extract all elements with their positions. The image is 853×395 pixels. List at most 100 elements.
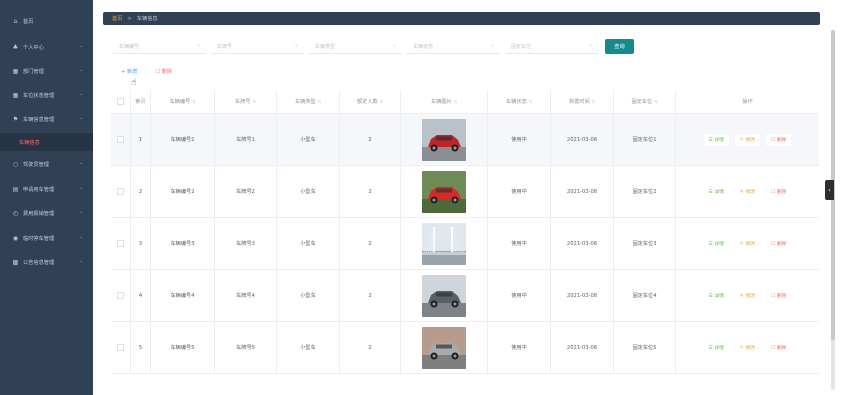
edit-button[interactable]: ✎ 修改 <box>734 185 761 198</box>
detail-button[interactable]: ☰ 详情 <box>703 133 729 146</box>
column-header-label: 车辆状态 <box>505 99 527 105</box>
sidebar-item-7[interactable]: ▤ 申请用车管理 ⌄ <box>0 180 93 198</box>
sidebar-item-8[interactable]: ◴ 费用报销管理 ⌄ <box>0 204 93 222</box>
collapse-tab-icon[interactable]: ‹ <box>825 180 834 200</box>
search-input-3[interactable]: 车辆状态 ⌕ <box>407 40 500 54</box>
apps-icon: ▩ <box>12 258 19 266</box>
breadcrumb-home[interactable]: 首页 <box>112 15 122 22</box>
table-cell: 2 <box>340 270 401 321</box>
column-header-7[interactable]: 购置时间 ⇅ <box>551 90 614 113</box>
table-row[interactable]: 2 车辆编号2 车牌号2 小型车 2 使用中 2021-03-08 固定车位2 ☰ 详情 ✎ 修改… <box>111 166 819 218</box>
cell-date: 2021-03-08 <box>566 292 598 299</box>
row-delete-button[interactable]: ☐ 删除 <box>766 289 792 302</box>
column-header-1[interactable]: 车辆编号 ⇅ <box>151 90 215 113</box>
clock-icon: ◴ <box>12 209 19 217</box>
car-image <box>422 118 466 161</box>
row-checkbox[interactable] <box>117 344 124 351</box>
search-icon: ⌕ <box>589 43 592 49</box>
row-delete-button[interactable]: ☐ 删除 <box>766 133 792 146</box>
cell-seats: 2 <box>368 292 372 299</box>
search-input-0[interactable]: 车辆编号 ⌕ <box>113 40 206 54</box>
search-input-4[interactable]: 固定车位 ⌕ <box>505 40 598 54</box>
row-action-group: ☰ 详情 ✎ 修改 ☐ 删除 <box>703 133 792 146</box>
cell-status: 使用中 <box>511 241 527 247</box>
add-button[interactable]: + 新增 <box>121 68 137 75</box>
row-checkbox[interactable] <box>117 136 124 143</box>
column-header-label: 车辆类型 <box>294 99 316 105</box>
sort-icon[interactable]: ⇅ <box>253 99 256 104</box>
row-checkbox[interactable] <box>117 240 124 247</box>
sort-icon[interactable]: ⇅ <box>380 99 383 104</box>
sidebar-item-10[interactable]: ▩ 公告信息管理 ⌄ <box>0 253 93 271</box>
row-checkbox-cell <box>111 270 131 321</box>
search-input-2[interactable]: 车辆类型 ⌕ <box>309 40 402 54</box>
sidebar-item-label: 车位状态管理 <box>23 92 55 99</box>
row-delete-button[interactable]: ☐ 删除 <box>766 237 792 250</box>
table-body: 1 车辆编号1 车牌号1 小型车 2 使用中 2021-03-08 固定车位1 ☰ 详情 ✎ 修改… <box>111 114 819 374</box>
cell-index: 1 <box>138 136 143 143</box>
sort-icon[interactable]: ⇅ <box>654 99 657 104</box>
sidebar-item-1[interactable]: ♣ 个人中心 ⌄ <box>0 38 93 56</box>
column-header-2[interactable]: 车牌号 ⇅ <box>215 90 277 113</box>
edit-button[interactable]: ✎ 修改 <box>734 237 761 250</box>
column-header-5[interactable]: 车辆图片 ⇅ <box>401 90 488 113</box>
row-delete-button[interactable]: ☐ 删除 <box>766 341 792 354</box>
select-all-checkbox[interactable] <box>117 98 124 105</box>
sidebar-item-3[interactable]: ▦ 车位状态管理 ⌄ <box>0 86 93 104</box>
row-checkbox[interactable] <box>117 292 124 299</box>
edit-button[interactable]: ✎ 修改 <box>734 341 761 354</box>
column-header-label: 车辆图片 <box>430 99 452 105</box>
table-cell: 使用中 <box>488 218 551 269</box>
search-input-1[interactable]: 车牌号 ⌕ <box>211 40 304 54</box>
detail-button[interactable]: ☰ 详情 <box>703 185 729 198</box>
breadcrumb-current: 车辆信息 <box>136 16 158 22</box>
grid-icon: ▦ <box>12 91 19 99</box>
sort-icon[interactable]: ⇅ <box>592 99 595 104</box>
sidebar-item-4[interactable]: ⚑ 车辆信息管理 ⌄ <box>0 110 93 128</box>
detail-button[interactable]: ☰ 详情 <box>703 237 729 250</box>
table-cell: 2021-03-08 <box>551 322 614 373</box>
table-cell <box>401 114 488 165</box>
edit-button[interactable]: ✎ 修改 <box>734 133 761 146</box>
table-row[interactable]: 3 车辆编号3 车牌号3 小型车 2 使用中 2021-03-08 固定车位3 ☰ 详情 ✎ 修改… <box>111 218 819 270</box>
cell-index: 5 <box>138 344 143 351</box>
column-header-4[interactable]: 额定人数 ⇅ <box>340 90 401 113</box>
sidebar-item-0[interactable]: ⌂ 首页 <box>0 12 93 30</box>
table-row[interactable]: 1 车辆编号1 车牌号1 小型车 2 使用中 2021-03-08 固定车位1 ☰ 详情 ✎ 修改… <box>111 114 819 166</box>
row-action-group: ☰ 详情 ✎ 修改 ☐ 删除 <box>703 289 792 302</box>
row-checkbox[interactable] <box>117 188 124 195</box>
detail-button[interactable]: ☰ 详情 <box>703 341 729 354</box>
column-header-6[interactable]: 车辆状态 ⇅ <box>488 90 551 113</box>
sidebar-item-label: 部门管理 <box>23 68 44 75</box>
sidebar-item-5[interactable]: 车辆信息 <box>0 133 93 151</box>
chevron-down-icon: ⌄ <box>78 185 83 191</box>
breadcrumb: 首页 > 车辆信息 <box>103 12 820 25</box>
sort-icon[interactable]: ⇅ <box>192 99 195 104</box>
cell-spot: 固定车位5 <box>632 345 657 351</box>
vertical-scrollbar[interactable] <box>831 30 835 390</box>
edit-button[interactable]: ✎ 修改 <box>734 289 761 302</box>
sort-icon[interactable]: ⇅ <box>318 99 321 104</box>
sidebar-item-9[interactable]: ◉ 临时停车管理 ⌄ <box>0 229 93 247</box>
table-row[interactable]: 4 车辆编号4 车牌号4 小型车 2 使用中 2021-03-08 固定车位4 ☰ 详情 ✎ 修改… <box>111 270 819 322</box>
query-button[interactable]: 查询 <box>605 39 634 54</box>
column-header-label: 额定人数 <box>356 99 378 105</box>
row-actions: ☰ 详情 ✎ 修改 ☐ 删除 <box>676 114 819 165</box>
column-header-3[interactable]: 车辆类型 ⇅ <box>277 90 340 113</box>
table-row[interactable]: 5 车辆编号5 车牌号5 小型车 2 使用中 2021-03-08 固定车位5 ☰ 详情 ✎ 修改… <box>111 322 819 374</box>
sidebar-item-6[interactable]: ○ 驾驶员管理 ⌄ <box>0 155 93 173</box>
chevron-down-icon: ⌄ <box>78 234 83 240</box>
sidebar-item-label: 费用报销管理 <box>23 210 55 217</box>
toolbar: + 新增 ☐ 删除 <box>121 68 172 75</box>
sort-icon[interactable]: ⇅ <box>529 99 532 104</box>
car-image <box>422 170 466 213</box>
row-delete-button[interactable]: ☐ 删除 <box>766 185 792 198</box>
cell-status: 使用中 <box>511 293 527 299</box>
sort-icon[interactable]: ⇅ <box>454 99 457 104</box>
cell-status: 使用中 <box>511 137 527 143</box>
detail-button[interactable]: ☰ 详情 <box>703 289 729 302</box>
column-header-8[interactable]: 固定车位 ⇅ <box>614 90 676 113</box>
delete-button[interactable]: ☐ 删除 <box>155 68 172 75</box>
sidebar-item-2[interactable]: ▦ 部门管理 ⌄ <box>0 62 93 80</box>
chat-icon: ○ <box>12 160 19 168</box>
